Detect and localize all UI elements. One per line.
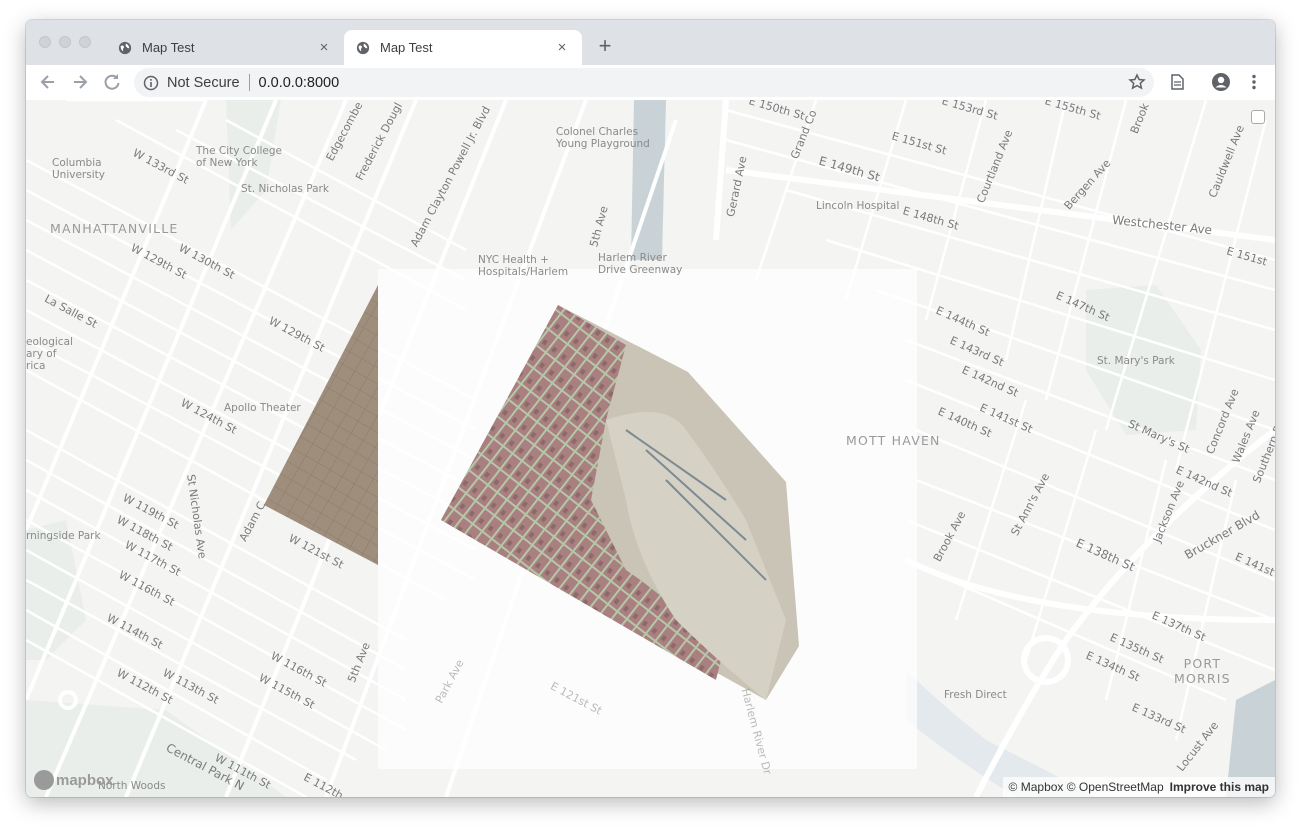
profile-icon[interactable] [1211,72,1231,92]
reader-mode-icon[interactable] [1167,72,1187,92]
label-fresh-direct: Fresh Direct [944,689,1007,701]
kebab-menu-icon[interactable] [1244,72,1264,92]
close-window-button[interactable] [39,36,51,48]
tab-title: Map Test [380,40,433,55]
label-nyc-health: NYC Health + Hospitals/Harlem [478,254,569,278]
label-mott-haven: MOTT HAVEN [846,433,941,448]
map-canvas[interactable]: Columbia University The City College of … [26,100,1275,797]
label-geological: eological ary of rica [26,336,73,372]
attribution-text[interactable]: © Mapbox © OpenStreetMap [1009,780,1164,794]
url-text[interactable]: 0.0.0.0:8000 [259,75,340,91]
tab-title: Map Test [142,40,195,55]
label-columbia: Columbia University [52,157,105,181]
globe-icon [118,41,132,54]
zoom-window-button[interactable] [79,36,91,48]
minimize-window-button[interactable] [59,36,71,48]
label-apollo: Apollo Theater [224,402,301,414]
mapbox-logo-text: mapbox [56,771,114,789]
mapbox-logo-icon [34,770,54,790]
mapbox-logo[interactable]: mapbox [34,770,114,790]
reload-icon[interactable] [101,71,123,93]
label-lincoln-hospital: Lincoln Hospital [816,200,900,212]
layer-toggle-checkbox[interactable] [1251,110,1265,124]
forward-arrow-icon[interactable] [69,71,91,93]
omnibox-divider [248,74,250,91]
tab-close-icon[interactable]: × [316,39,332,56]
label-st-nicholas-park: St. Nicholas Park [241,183,329,195]
label-port-morris: PORT MORRIS [1174,656,1231,686]
map-attribution: © Mapbox © OpenStreetMap Improve this ma… [1002,777,1275,797]
tab-map-test-2[interactable]: Map Test × [344,30,582,65]
new-tab-button[interactable]: + [594,32,616,60]
tab-map-test-1[interactable]: Map Test × [106,30,344,65]
tab-bar: Map Test × Map Test × + [26,20,1275,65]
info-icon[interactable] [143,75,159,91]
browser-toolbar: Not Secure 0.0.0.0:8000 [26,65,1275,101]
label-st-marys-park: St. Mary's Park [1097,355,1175,367]
security-label: Not Secure [167,74,240,91]
label-harlem-river-greenway: Harlem River Drive Greenway [598,252,683,276]
globe-icon [356,41,370,54]
label-colonel-young: Colonel Charles Young Playground [556,126,650,150]
improve-map-link[interactable]: Improve this map [1170,780,1269,794]
label-morningside: rningside Park [26,530,101,542]
label-ccny: The City College of New York [196,145,282,169]
bookmark-star-icon[interactable] [1128,73,1146,91]
browser-window: Map Test × Map Test × + Not Secure 0.0.0… [26,20,1275,797]
tab-close-icon[interactable]: × [554,39,570,56]
label-manhattanville: MANHATTANVILLE [50,221,179,236]
address-bar[interactable]: Not Secure 0.0.0.0:8000 [134,68,1154,97]
back-arrow-icon[interactable] [37,71,59,93]
